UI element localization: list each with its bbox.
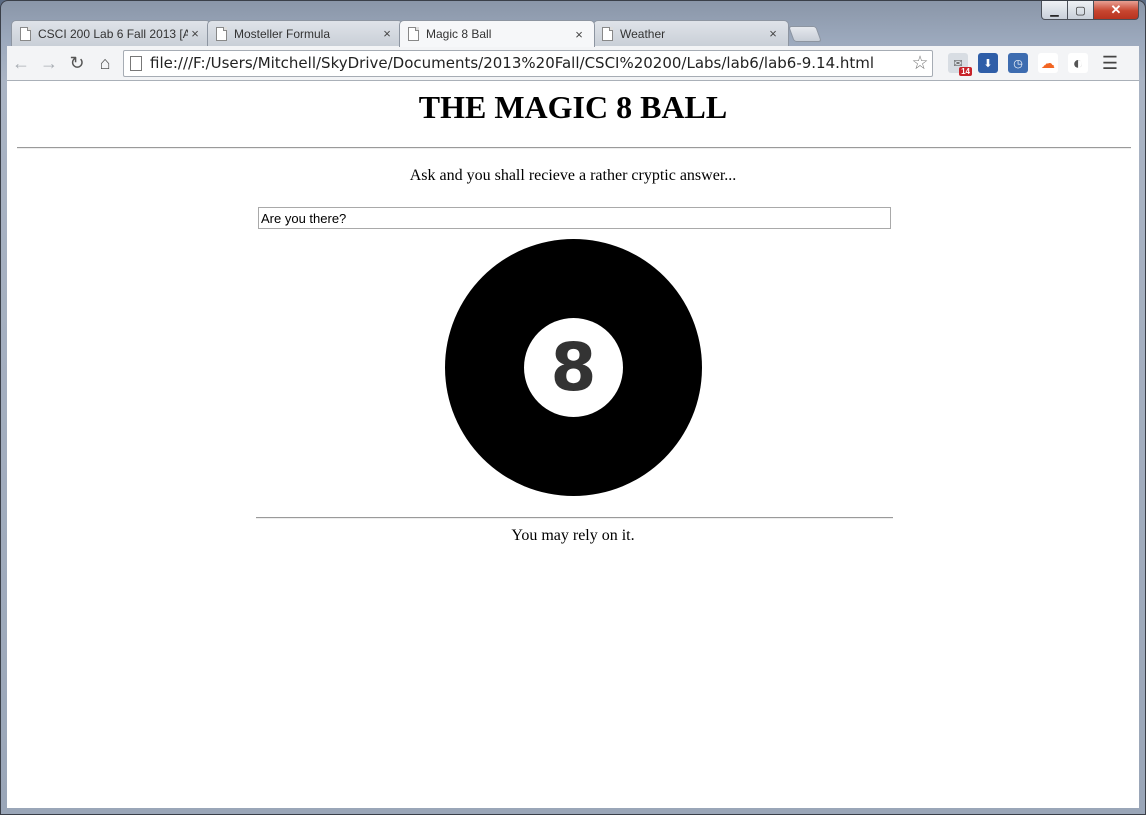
tab-close-icon[interactable]: × bbox=[766, 26, 780, 41]
extension-icons: ✉ 14 ⬇ ◷ ☁ ◐ bbox=[943, 53, 1093, 76]
page-icon bbox=[602, 26, 613, 41]
circle-extension-icon[interactable]: ◐ bbox=[1068, 53, 1088, 73]
tab-title: Weather bbox=[620, 26, 666, 41]
magic-8-ball[interactable]: 8 bbox=[445, 239, 702, 496]
tab-close-icon[interactable]: × bbox=[572, 27, 586, 42]
bottom-divider bbox=[256, 517, 893, 519]
browser-window: ▁ ▢ ✕ CSCI 200 Lab 6 Fall 2013 [A × Most… bbox=[0, 0, 1146, 815]
page-icon bbox=[216, 26, 227, 41]
tab-magic-8-ball[interactable]: Magic 8 Ball × bbox=[399, 20, 595, 47]
tab-title: Mosteller Formula bbox=[234, 26, 331, 41]
address-bar[interactable]: file:///F:/Users/Mitchell/SkyDrive/Docum… bbox=[123, 49, 933, 77]
forward-button[interactable]: → bbox=[35, 49, 63, 77]
tab-mosteller[interactable]: Mosteller Formula × bbox=[207, 20, 403, 46]
clock-extension-icon[interactable]: ◷ bbox=[1008, 53, 1028, 73]
bookmark-star-icon[interactable]: ☆ bbox=[908, 52, 932, 75]
question-input[interactable] bbox=[258, 207, 891, 229]
window-caption-buttons: ▁ ▢ ✕ bbox=[1041, 1, 1139, 20]
page-title: THE MAGIC 8 BALL bbox=[418, 89, 728, 125]
minimize-button[interactable]: ▁ bbox=[1041, 1, 1068, 20]
eight-ball-number: 8 bbox=[550, 328, 597, 406]
answer-text: You may rely on it. bbox=[511, 527, 635, 544]
page-icon bbox=[408, 27, 419, 41]
reload-button[interactable]: ↻ bbox=[63, 49, 91, 77]
tab-close-icon[interactable]: × bbox=[188, 26, 202, 41]
menu-icon[interactable]: ☰ bbox=[1099, 53, 1121, 74]
eight-ball-window: 8 bbox=[524, 318, 623, 417]
mail-count-badge: 14 bbox=[959, 67, 972, 76]
tab-strip: CSCI 200 Lab 6 Fall 2013 [A × Mosteller … bbox=[11, 20, 831, 47]
maximize-button[interactable]: ▢ bbox=[1068, 1, 1094, 20]
close-window-button[interactable]: ✕ bbox=[1094, 1, 1139, 20]
arrow-right-icon: → bbox=[40, 52, 58, 73]
page-subtitle: Ask and you shall recieve a rather crypt… bbox=[409, 167, 737, 184]
top-divider bbox=[17, 147, 1131, 149]
back-button[interactable]: ← bbox=[7, 49, 35, 77]
home-button[interactable]: ⌂ bbox=[91, 49, 119, 77]
page-content: THE MAGIC 8 BALL Ask and you shall recie… bbox=[7, 81, 1139, 808]
tab-weather[interactable]: Weather × bbox=[593, 20, 789, 46]
download-extension-icon[interactable]: ⬇ bbox=[978, 53, 998, 73]
home-icon: ⌂ bbox=[99, 52, 111, 73]
tab-close-icon[interactable]: × bbox=[380, 26, 394, 41]
soundcloud-extension-icon[interactable]: ☁ bbox=[1038, 53, 1058, 73]
page-icon bbox=[20, 26, 31, 41]
reload-icon: ↻ bbox=[69, 52, 85, 73]
tab-title: Magic 8 Ball bbox=[426, 27, 492, 41]
mail-extension-icon[interactable]: ✉ 14 bbox=[948, 53, 972, 76]
tab-title: CSCI 200 Lab 6 Fall 2013 [A bbox=[38, 26, 188, 41]
page-icon bbox=[130, 55, 142, 71]
browser-toolbar: ← → ↻ ⌂ file:///F:/Users/Mitchell/SkyDri… bbox=[7, 46, 1139, 81]
new-tab-button[interactable] bbox=[788, 26, 822, 42]
tab-csci-lab[interactable]: CSCI 200 Lab 6 Fall 2013 [A × bbox=[11, 20, 211, 46]
url-text[interactable]: file:///F:/Users/Mitchell/SkyDrive/Docum… bbox=[150, 54, 908, 72]
arrow-left-icon: ← bbox=[12, 52, 30, 73]
